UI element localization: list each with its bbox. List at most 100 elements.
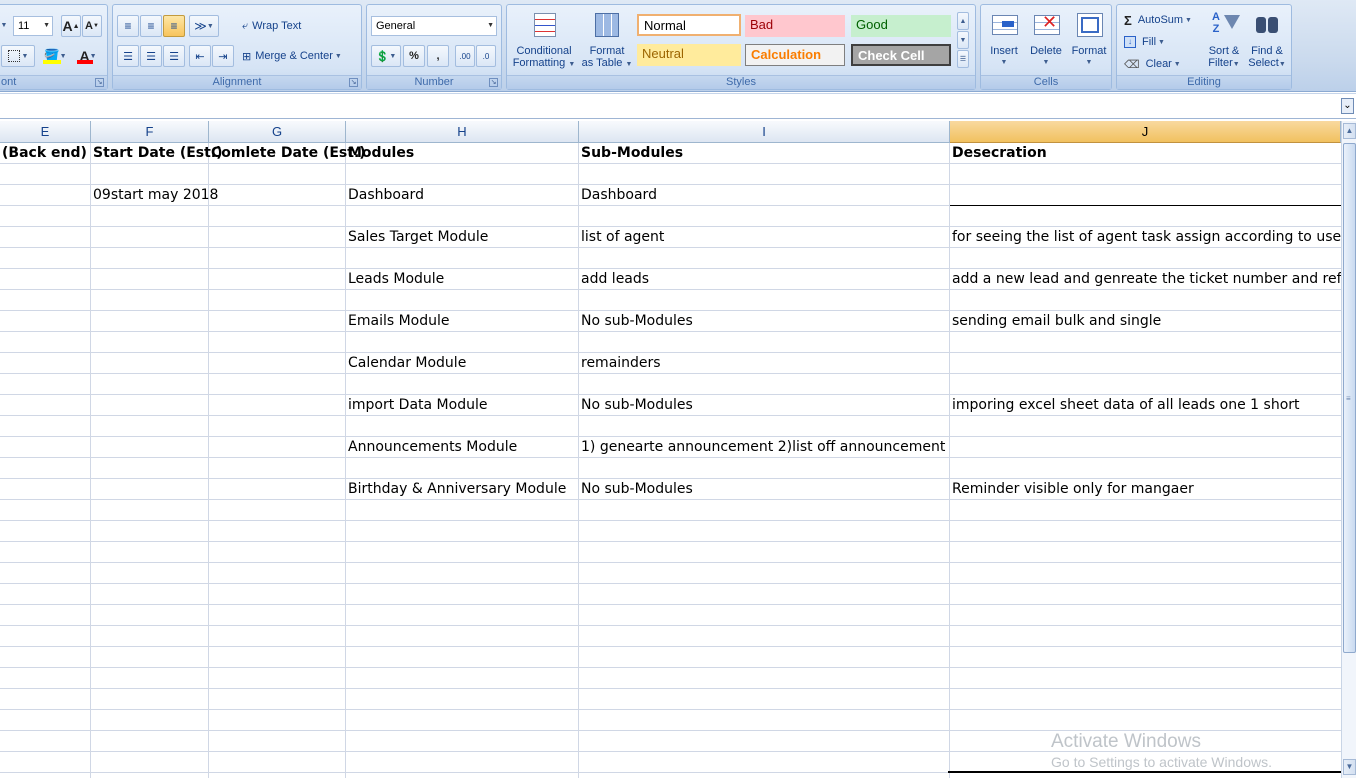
style-calculation[interactable]: Calculation bbox=[745, 44, 845, 66]
cell-e[interactable] bbox=[0, 395, 2, 416]
cell-g[interactable] bbox=[209, 479, 211, 500]
cell-j[interactable] bbox=[950, 668, 952, 689]
cell-e[interactable] bbox=[0, 626, 2, 647]
cell-g[interactable] bbox=[209, 647, 211, 668]
cell-i[interactable] bbox=[579, 584, 581, 605]
middle-align-button[interactable]: ≡ bbox=[140, 15, 162, 37]
fill-button[interactable]: ↓ Fill ▼ bbox=[1123, 33, 1183, 51]
cell-f[interactable]: 09start may 2018 bbox=[91, 185, 218, 206]
cell-i[interactable] bbox=[579, 164, 581, 185]
cell-j[interactable] bbox=[950, 185, 952, 206]
styles-scroll-up[interactable]: ▲ bbox=[957, 12, 969, 30]
cell-f[interactable] bbox=[91, 710, 93, 731]
cell-i[interactable] bbox=[579, 206, 581, 227]
style-neutral[interactable]: Neutral bbox=[637, 44, 741, 66]
cell-e[interactable] bbox=[0, 710, 2, 731]
merge-center-button[interactable]: ⊞ Merge & Center ▼ bbox=[241, 45, 359, 67]
cell-f[interactable] bbox=[91, 647, 93, 668]
cell-e[interactable] bbox=[0, 563, 2, 584]
cell-g[interactable] bbox=[209, 248, 211, 269]
cell-e[interactable] bbox=[0, 290, 2, 311]
align-center-button[interactable]: ☰ bbox=[140, 45, 162, 67]
cell-g[interactable] bbox=[209, 584, 211, 605]
cell-g[interactable] bbox=[209, 605, 211, 626]
cell-e[interactable] bbox=[0, 311, 2, 332]
borders-button[interactable]: ▼ bbox=[1, 45, 35, 67]
cell-i[interactable]: remainders bbox=[579, 353, 661, 374]
cell-f[interactable] bbox=[91, 206, 93, 227]
cell-e[interactable] bbox=[0, 668, 2, 689]
cell-h[interactable]: Birthday & Anniversary Module bbox=[346, 479, 566, 500]
cell-h[interactable] bbox=[346, 521, 348, 542]
cell-f[interactable] bbox=[91, 731, 93, 752]
cell-e[interactable] bbox=[0, 605, 2, 626]
cell-f[interactable] bbox=[91, 689, 93, 710]
cell-e[interactable] bbox=[0, 689, 2, 710]
cell-i[interactable] bbox=[579, 752, 581, 773]
cell-j[interactable] bbox=[950, 689, 952, 710]
cell-i[interactable] bbox=[579, 668, 581, 689]
decrease-decimal-button[interactable]: .0 bbox=[476, 45, 496, 67]
cell-f[interactable] bbox=[91, 584, 93, 605]
clear-button[interactable]: ⌫ Clear ▼ bbox=[1123, 55, 1189, 73]
cell-i[interactable] bbox=[579, 731, 581, 752]
cell-h[interactable] bbox=[346, 332, 348, 353]
cell-g[interactable] bbox=[209, 458, 211, 479]
sort-filter-button[interactable]: AZ Sort & Filter▼ bbox=[1203, 9, 1245, 71]
cell-i[interactable] bbox=[579, 542, 581, 563]
cell-i[interactable]: No sub-Modules bbox=[579, 395, 693, 416]
cell-i[interactable]: add leads bbox=[579, 269, 649, 290]
cell-i[interactable] bbox=[579, 605, 581, 626]
column-header-f[interactable]: F bbox=[91, 121, 209, 143]
cell-h[interactable]: import Data Module bbox=[346, 395, 487, 416]
cell-g[interactable] bbox=[209, 290, 211, 311]
cell-e[interactable] bbox=[0, 374, 2, 395]
style-good[interactable]: Good bbox=[851, 15, 951, 37]
cell-h[interactable]: Calendar Module bbox=[346, 353, 466, 374]
cell-f[interactable] bbox=[91, 311, 93, 332]
column-header-i[interactable]: I bbox=[579, 121, 950, 143]
cell-g[interactable] bbox=[209, 416, 211, 437]
style-check-cell[interactable]: Check Cell bbox=[851, 44, 951, 66]
cell-i[interactable] bbox=[579, 332, 581, 353]
cell-g[interactable] bbox=[209, 500, 211, 521]
cell-h[interactable]: Dashboard bbox=[346, 185, 424, 206]
cell-j[interactable] bbox=[950, 584, 952, 605]
cell-h[interactable] bbox=[346, 731, 348, 752]
cell-j[interactable] bbox=[950, 332, 952, 353]
delete-button[interactable]: ✕ Delete ▼ bbox=[1025, 9, 1067, 69]
number-dialog-launcher[interactable]: ↘ bbox=[489, 78, 498, 87]
cell-j[interactable]: sending email bulk and single bbox=[950, 311, 1161, 332]
cell-e[interactable] bbox=[0, 521, 2, 542]
style-bad[interactable]: Bad bbox=[745, 15, 845, 37]
cell-e[interactable] bbox=[0, 500, 2, 521]
column-header-h[interactable]: H bbox=[346, 121, 579, 143]
cell-j[interactable]: Reminder visible only for mangaer bbox=[950, 479, 1194, 500]
cell-h[interactable] bbox=[346, 458, 348, 479]
accounting-format-button[interactable]: 💲 ▼ bbox=[371, 45, 401, 67]
cell-e[interactable] bbox=[0, 353, 2, 374]
cell-f[interactable] bbox=[91, 269, 93, 290]
cell-e[interactable] bbox=[0, 458, 2, 479]
cell-i[interactable]: Dashboard bbox=[579, 185, 657, 206]
header-cell-h[interactable]: Modules bbox=[346, 143, 414, 164]
cell-j[interactable] bbox=[950, 500, 952, 521]
cell-h[interactable] bbox=[346, 374, 348, 395]
cell-j[interactable] bbox=[950, 563, 952, 584]
cell-g[interactable] bbox=[209, 332, 211, 353]
cell-f[interactable] bbox=[91, 563, 93, 584]
top-align-button[interactable]: ≡ bbox=[117, 15, 139, 37]
header-cell-e[interactable]: (Back end) bbox=[0, 143, 87, 164]
cell-f[interactable] bbox=[91, 500, 93, 521]
cell-f[interactable] bbox=[91, 290, 93, 311]
cell-h[interactable] bbox=[346, 689, 348, 710]
header-cell-i[interactable]: Sub-Modules bbox=[579, 143, 683, 164]
cell-e[interactable] bbox=[0, 206, 2, 227]
alignment-dialog-launcher[interactable]: ↘ bbox=[349, 78, 358, 87]
cell-j[interactable]: for seeing the list of agent task assign… bbox=[950, 227, 1341, 248]
cell-j[interactable] bbox=[950, 206, 952, 227]
cell-j[interactable] bbox=[950, 542, 952, 563]
decrease-indent-button[interactable]: ⇤ bbox=[189, 45, 211, 67]
comma-style-button[interactable]: , bbox=[427, 45, 449, 67]
cell-g[interactable] bbox=[209, 710, 211, 731]
